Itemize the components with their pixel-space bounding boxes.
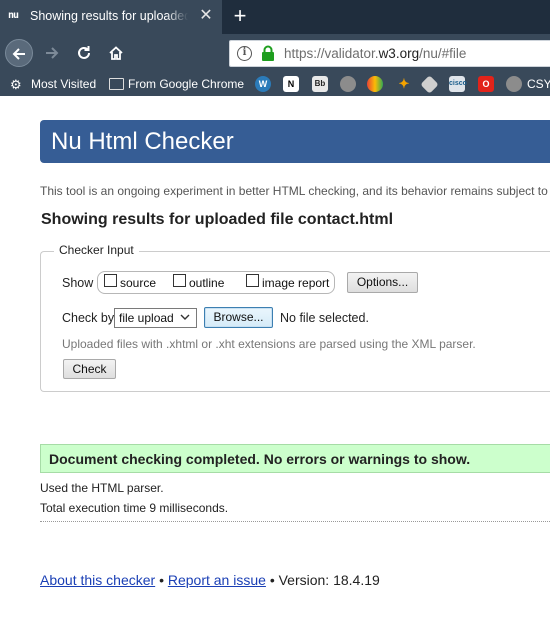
- browser-tab-bar: nu Showing results for uploaded file con…: [0, 0, 550, 34]
- browser-nav-bar: i https://validator.w3.org/nu/#file: [0, 34, 550, 72]
- image-report-checkbox-label[interactable]: image report: [262, 276, 329, 290]
- bookmarks-bar: ⚙ Most Visited From Google Chrome W N Bb…: [0, 72, 550, 96]
- url-text[interactable]: https://validator.w3.org/nu/#file: [284, 46, 466, 61]
- execution-time: Total execution time 9 milliseconds.: [40, 501, 229, 515]
- report-issue-link[interactable]: Report an issue: [168, 572, 266, 588]
- cisco-icon[interactable]: cisco: [449, 76, 467, 92]
- source-checkbox-label[interactable]: source: [120, 276, 156, 290]
- browse-button[interactable]: Browse...: [204, 307, 273, 328]
- show-label: Show: [62, 276, 94, 290]
- divider: [40, 521, 550, 522]
- check-button[interactable]: Check: [63, 359, 116, 379]
- reload-icon[interactable]: [70, 39, 98, 67]
- page-header: Nu Html Checker: [40, 120, 550, 163]
- star-icon[interactable]: ✦: [396, 76, 412, 92]
- oracle-icon[interactable]: O: [478, 76, 494, 92]
- options-button[interactable]: Options...: [347, 272, 418, 293]
- gear-icon[interactable]: ⚙: [10, 76, 22, 93]
- page-title: Nu Html Checker: [51, 128, 234, 155]
- wordpress-icon[interactable]: W: [255, 76, 271, 92]
- file-status: No file selected.: [280, 311, 369, 325]
- rainbow-icon[interactable]: [367, 76, 383, 92]
- diamond-icon[interactable]: [420, 75, 439, 94]
- xml-parser-note: Uploaded files with .xhtml or .xht exten…: [62, 337, 476, 351]
- footer-separator: •: [269, 572, 275, 588]
- chevron-down-icon: [180, 314, 190, 320]
- back-arrow-icon[interactable]: [5, 39, 33, 67]
- checker-input-legend: Checker Input: [54, 243, 139, 257]
- bookmark-most-visited[interactable]: Most Visited: [31, 76, 96, 93]
- folder-icon: [109, 78, 124, 90]
- footer: About this checker • Report an issue • V…: [40, 572, 380, 588]
- bookmark-csy[interactable]: CSY: [527, 76, 550, 93]
- uon-icon[interactable]: N: [283, 76, 299, 92]
- outline-checkbox-label[interactable]: outline: [189, 276, 224, 290]
- close-tab-icon[interactable]: ✕: [198, 7, 214, 25]
- success-message-box: Document checking completed. No errors o…: [40, 444, 550, 473]
- image-report-checkbox[interactable]: [246, 274, 259, 287]
- intro-text: This tool is an ongoing experiment in be…: [40, 184, 548, 198]
- source-checkbox[interactable]: [104, 274, 117, 287]
- check-by-label: Check by: [62, 311, 115, 325]
- parser-info: Used the HTML parser.: [40, 481, 164, 495]
- results-heading: Showing results for uploaded file contac…: [41, 211, 394, 228]
- browser-tab-active[interactable]: nu Showing results for uploaded file con…: [0, 0, 222, 34]
- home-icon[interactable]: [102, 39, 130, 67]
- version-text: Version: 18.4.19: [278, 572, 380, 588]
- blackboard-icon[interactable]: Bb: [312, 76, 328, 92]
- bookmark-from-google-chrome[interactable]: From Google Chrome: [128, 76, 244, 93]
- outline-checkbox[interactable]: [173, 274, 186, 287]
- new-tab-icon[interactable]: +: [230, 4, 250, 28]
- success-message: Document checking completed. No errors o…: [49, 451, 471, 467]
- footer-separator: •: [159, 572, 164, 588]
- lock-icon[interactable]: [261, 45, 275, 62]
- info-icon[interactable]: i: [237, 46, 252, 61]
- about-checker-link[interactable]: About this checker: [40, 572, 155, 588]
- tab-title: Showing results for uploaded file contac…: [30, 9, 188, 23]
- nu-favicon-icon: nu: [8, 10, 19, 21]
- forward-arrow-icon[interactable]: [38, 39, 66, 67]
- globe-icon[interactable]: [340, 76, 356, 92]
- address-bar[interactable]: i https://validator.w3.org/nu/#file: [229, 40, 550, 67]
- globe-icon[interactable]: [506, 76, 522, 92]
